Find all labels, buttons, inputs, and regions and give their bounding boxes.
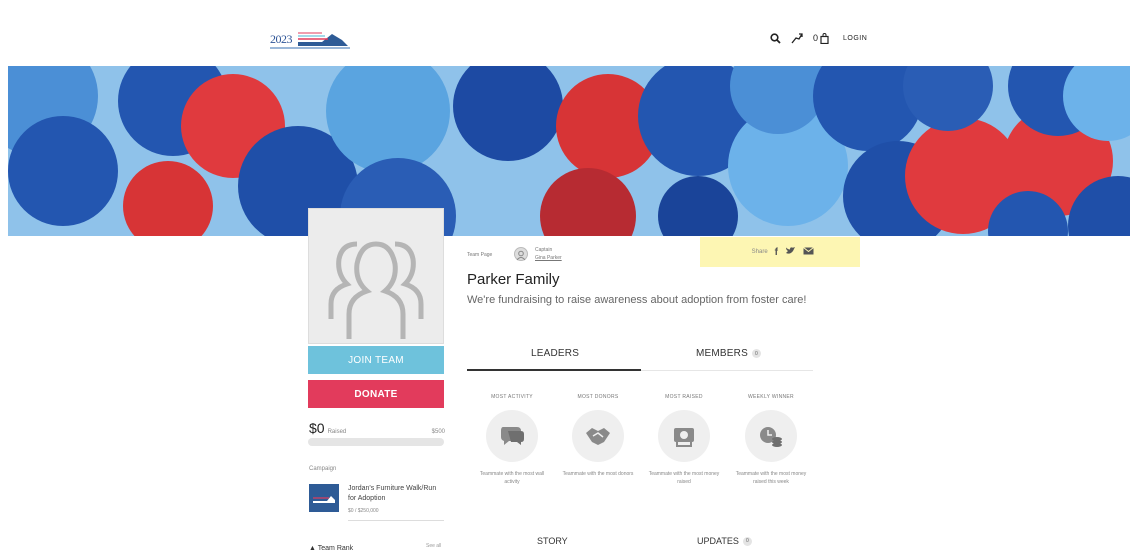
team-photo-placeholder [308, 208, 444, 344]
leader-most-raised: MOST RAISED Teammate with the most money… [644, 394, 724, 486]
leader-description: Teammate with the most money raised this… [735, 471, 807, 485]
team-silhouette-icon [328, 241, 424, 339]
tab-story[interactable]: STORY [537, 536, 568, 546]
user-icon [516, 250, 526, 261]
login-link[interactable]: LOGIN [843, 35, 867, 42]
twitter-icon[interactable] [785, 246, 796, 258]
bag-icon [820, 32, 829, 44]
facebook-icon[interactable]: f [775, 247, 778, 258]
leader-weekly-winner: WEEKLY WINNER Teammate with the most mon… [731, 394, 811, 486]
cover-banner [8, 66, 1130, 236]
share-bar: Share f [700, 237, 860, 267]
campaign-shoe-icon [313, 496, 335, 503]
team-rank-label: Team Rank [317, 545, 354, 552]
captain-name-link[interactable]: Gina Parker [535, 255, 562, 261]
tab-leaders[interactable]: LEADERS [531, 348, 579, 359]
tab-members[interactable]: MEMBERS 0 [696, 348, 761, 359]
raised-summary: $0 Raised $500 [309, 420, 445, 436]
leader-title: MOST ACTIVITY [491, 394, 533, 400]
leader-most-donors: MOST DONORS Teammate with the most donor… [558, 394, 638, 478]
fundraising-progress-bar [308, 438, 444, 446]
tab-story-label: STORY [537, 536, 568, 546]
team-rank-heading: ▲ Team Rank [309, 545, 353, 552]
team-description: We're fundraising to raise awareness abo… [467, 294, 807, 306]
campaign-name-link[interactable]: Jordan's Furniture Walk/Run for Adoption [348, 484, 446, 504]
raised-amount: $0 [309, 420, 325, 436]
captain-avatar[interactable] [514, 247, 528, 261]
clock-coins-icon [745, 410, 797, 462]
raised-label: Raised [327, 429, 347, 435]
leader-description: Teammate with the most wall activity [479, 471, 545, 485]
email-icon[interactable] [803, 246, 814, 258]
logo-underline [270, 47, 350, 49]
active-tab-indicator [467, 369, 641, 371]
leader-most-activity: MOST ACTIVITY Teammate with the most wal… [472, 394, 552, 486]
captain-role: Captain [535, 247, 553, 253]
leader-description: Teammate with the most money raised [648, 471, 720, 485]
handshake-icon [572, 410, 624, 462]
updates-count-badge: 0 [742, 536, 752, 546]
tab-members-label: MEMBERS [696, 348, 748, 359]
chat-icon [486, 410, 538, 462]
header-actions: 0 LOGIN [770, 30, 867, 46]
search-icon[interactable] [770, 32, 781, 44]
leader-title: WEEKLY WINNER [748, 394, 794, 400]
tab-updates[interactable]: UPDATES 0 [697, 536, 752, 546]
cart-button[interactable]: 0 [813, 32, 829, 44]
goal-amount: $500 [431, 429, 445, 435]
tab-updates-label: UPDATES [697, 536, 739, 546]
tab-leaders-label: LEADERS [531, 348, 580, 359]
see-all-link[interactable]: See all [426, 543, 441, 549]
donate-button[interactable]: DONATE [308, 380, 444, 408]
leader-title: MOST RAISED [665, 394, 703, 400]
balloons-image [8, 66, 1130, 236]
share-label: Share [751, 249, 768, 255]
team-page-label: Team Page [467, 252, 493, 258]
join-team-button[interactable]: JOIN TEAM [308, 346, 444, 374]
cart-count: 0 [813, 33, 819, 43]
campaign-thumbnail[interactable] [309, 484, 339, 512]
campaign-progress-bar [348, 520, 444, 521]
money-icon [658, 410, 710, 462]
campaign-amount: $0 / $250,000 [348, 508, 379, 514]
team-name: Parker Family [467, 271, 560, 288]
share-arrow-icon[interactable] [791, 32, 803, 44]
leader-title: MOST DONORS [577, 394, 619, 400]
logo[interactable]: 2023 [270, 26, 350, 52]
campaign-label: Campaign [309, 466, 337, 472]
members-count-badge: 0 [751, 349, 761, 358]
leader-description: Teammate with the most donors [562, 471, 634, 477]
trophy-icon: ▲ [309, 545, 316, 552]
